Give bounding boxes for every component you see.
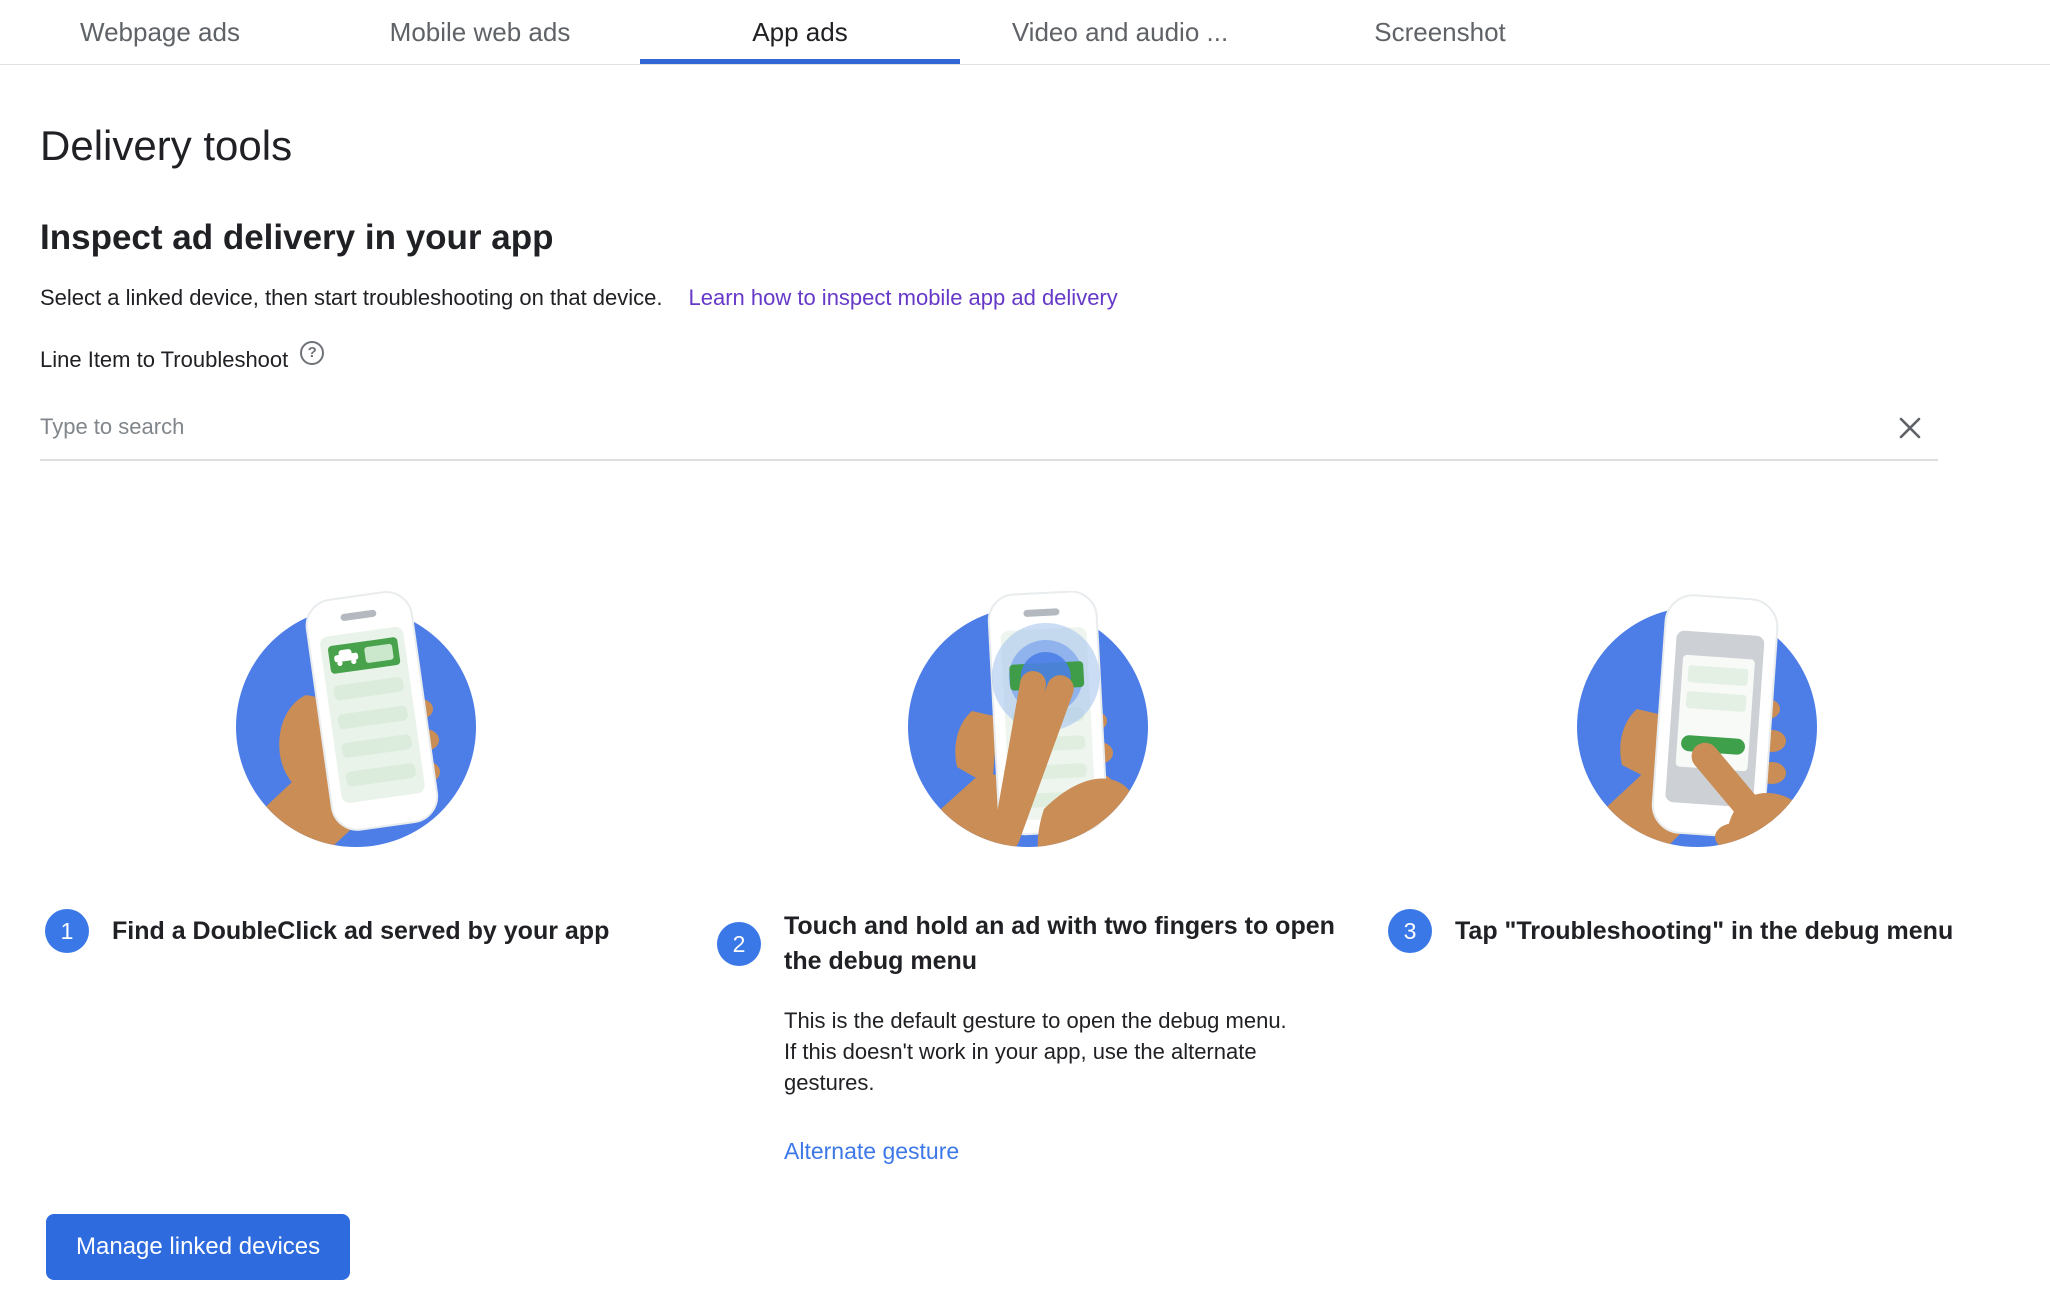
- manage-linked-devices-button[interactable]: Manage linked devices: [46, 1214, 350, 1280]
- page-title: Delivery tools: [40, 121, 2050, 171]
- step-2-row: 2 Touch and hold an ad with two fingers …: [712, 909, 1343, 979]
- step-3-title: Tap "Troubleshooting" in the debug menu: [1455, 914, 1953, 949]
- step-2-number-badge: 2: [717, 922, 761, 966]
- step-1-row: 1 Find a DoubleClick ad served by your a…: [40, 909, 672, 953]
- step-2-column: 2 Touch and hold an ad with two fingers …: [712, 591, 1383, 1165]
- tab-webpage-ads[interactable]: Webpage ads: [0, 0, 320, 64]
- clear-icon[interactable]: [1894, 412, 1926, 444]
- step-3-number-badge: 3: [1388, 909, 1432, 953]
- illustration-two-finger-hold: [712, 591, 1343, 851]
- tab-video-and-audio[interactable]: Video and audio ...: [960, 0, 1280, 64]
- intro-row: Select a linked device, then start troub…: [40, 283, 2050, 313]
- learn-how-link[interactable]: Learn how to inspect mobile app ad deliv…: [689, 285, 1118, 310]
- tab-app-ads[interactable]: App ads: [640, 0, 960, 64]
- step-3-column: 3 Tap "Troubleshooting" in the debug men…: [1383, 591, 2050, 1165]
- help-icon[interactable]: ?: [300, 341, 324, 365]
- illustration-tap-troubleshooting: [1383, 591, 2010, 851]
- tab-label: Mobile web ads: [390, 17, 571, 48]
- step-3-row: 3 Tap "Troubleshooting" in the debug men…: [1383, 909, 2010, 953]
- tab-bar: Webpage ads Mobile web ads App ads Video…: [0, 0, 2050, 65]
- delivery-tools-page: Webpage ads Mobile web ads App ads Video…: [0, 0, 2050, 1306]
- tab-label: Webpage ads: [80, 17, 240, 48]
- tab-label: App ads: [752, 17, 847, 48]
- tab-mobile-web-ads[interactable]: Mobile web ads: [320, 0, 640, 64]
- step-1-title: Find a DoubleClick ad served by your app: [112, 914, 609, 949]
- tab-label: Video and audio ...: [1012, 17, 1228, 48]
- search-input[interactable]: [40, 399, 1938, 455]
- line-item-label: Line Item to Troubleshoot: [40, 345, 288, 375]
- tab-screenshot[interactable]: Screenshot: [1280, 0, 1600, 64]
- intro-text: Select a linked device, then start troub…: [40, 285, 663, 310]
- line-item-search: [40, 399, 1938, 461]
- field-label-row: Line Item to Troubleshoot ?: [40, 345, 2050, 375]
- tab-label: Screenshot: [1374, 17, 1506, 48]
- section-title: Inspect ad delivery in your app: [40, 217, 2050, 259]
- illustration-find-ad: [40, 591, 672, 851]
- step-2-title: Touch and hold an ad with two fingers to…: [784, 909, 1343, 979]
- main-content: Delivery tools Inspect ad delivery in yo…: [0, 121, 2050, 1165]
- step-1-number-badge: 1: [45, 909, 89, 953]
- alternate-gesture-link[interactable]: Alternate gesture: [784, 1138, 959, 1165]
- step-2-description: This is the default gesture to open the …: [784, 1005, 1299, 1098]
- steps-section: 1 Find a DoubleClick ad served by your a…: [40, 591, 2050, 1165]
- step-1-column: 1 Find a DoubleClick ad served by your a…: [40, 591, 712, 1165]
